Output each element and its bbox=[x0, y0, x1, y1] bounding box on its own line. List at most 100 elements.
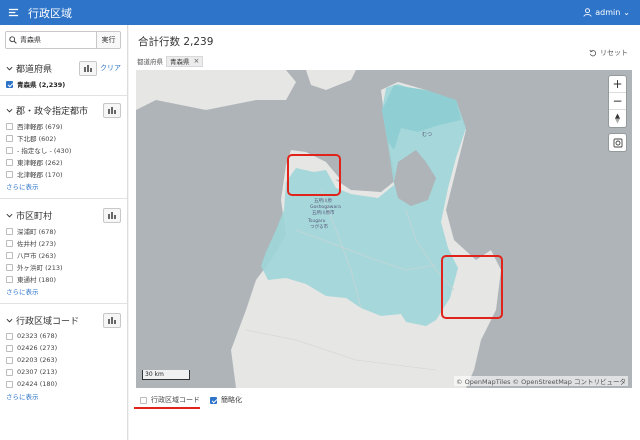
search-bar: 実行 bbox=[5, 31, 121, 49]
facet-chart-button[interactable] bbox=[103, 312, 121, 328]
map-view[interactable]: むつ 五所川原 Goshogawara 五所川原市 Tsugaru つがる市 +… bbox=[136, 70, 632, 388]
facet-title: 市区町村 bbox=[16, 211, 53, 222]
facet-option-label: 西津軽郡 (679) bbox=[17, 123, 63, 131]
facet-header[interactable]: 郡・政令指定都市 bbox=[6, 100, 121, 120]
search-run-button[interactable]: 実行 bbox=[96, 32, 120, 48]
facet-title: 行政区域コード bbox=[16, 316, 80, 327]
facet-option-label: 八戸市 (263) bbox=[17, 252, 57, 260]
checkbox[interactable] bbox=[6, 170, 13, 178]
land-hokkaido-east bbox=[306, 70, 356, 90]
facet-option[interactable]: 下北郡 (602) bbox=[6, 132, 121, 144]
facet-option-label: 外ヶ浜町 (213) bbox=[17, 264, 63, 272]
facet-option-label: 東通村 (180) bbox=[17, 276, 57, 284]
checkbox[interactable] bbox=[140, 396, 147, 404]
simplify-toggle[interactable]: 簡略化 bbox=[210, 395, 242, 405]
checkbox[interactable] bbox=[210, 396, 217, 404]
facet-option-label: 佐井村 (273) bbox=[17, 240, 57, 248]
facet-option[interactable]: - 指定なし - (430) bbox=[6, 144, 121, 156]
zoom-out-button[interactable]: − bbox=[609, 93, 626, 110]
checkbox[interactable] bbox=[6, 146, 13, 154]
bar-chart-icon bbox=[108, 107, 116, 114]
user-menu[interactable]: admin ⌄ bbox=[583, 0, 630, 25]
map-place-label: Goshogawara bbox=[310, 204, 341, 210]
checkbox[interactable] bbox=[6, 227, 13, 235]
chevron-down-icon bbox=[6, 107, 16, 114]
reset-button[interactable]: リセット bbox=[589, 48, 628, 58]
show-more-link[interactable]: さらに表示 bbox=[6, 285, 121, 297]
facet-option[interactable]: 東通村 (180) bbox=[6, 273, 121, 285]
checkbox[interactable] bbox=[6, 122, 13, 130]
show-more-link[interactable]: さらに表示 bbox=[6, 390, 121, 402]
app-title: 行政区域 bbox=[28, 6, 72, 20]
facet-option-label: 02323 (678) bbox=[17, 332, 58, 340]
facet-chart-button[interactable] bbox=[103, 102, 121, 118]
facet-option[interactable]: 02307 (213) bbox=[6, 366, 121, 378]
facet-option[interactable]: 深浦町 (678) bbox=[6, 225, 121, 237]
facet-option[interactable]: 02323 (678) bbox=[6, 330, 121, 342]
zoom-in-button[interactable]: + bbox=[609, 76, 626, 93]
checkbox[interactable] bbox=[6, 356, 13, 364]
facet-clear-link[interactable]: クリア bbox=[100, 63, 121, 73]
facet-option-label: 深浦町 (678) bbox=[17, 228, 57, 236]
checkbox[interactable] bbox=[6, 251, 13, 259]
facet-option[interactable]: 東津軽郡 (262) bbox=[6, 156, 121, 168]
app-header: 行政区域 admin ⌄ bbox=[0, 0, 640, 25]
hamburger-menu-icon[interactable] bbox=[2, 0, 24, 25]
reset-label: リセット bbox=[600, 49, 628, 57]
facet-option[interactable]: 02424 (180) bbox=[6, 378, 121, 390]
checkbox[interactable] bbox=[6, 263, 13, 271]
code-toggle[interactable]: 行政区域コード bbox=[140, 395, 200, 405]
facet-option[interactable]: 西津軽郡 (679) bbox=[6, 120, 121, 132]
facet-header[interactable]: 市区町村 bbox=[6, 205, 121, 225]
highlight-underline bbox=[134, 407, 200, 409]
facet-header[interactable]: 都道府県 クリア bbox=[6, 58, 121, 78]
user-name: admin bbox=[595, 8, 621, 17]
camera-search-icon bbox=[613, 138, 622, 147]
filter-chip-label: 都道府県 bbox=[137, 58, 163, 66]
facet-sidebar: 実行 都道府県 クリア 青森県 (2,239) 郡・政令指定都市 西津軽郡 (6… bbox=[0, 25, 128, 440]
checkbox[interactable] bbox=[6, 275, 13, 283]
checkbox[interactable] bbox=[6, 368, 13, 376]
map-attribution: © OpenMapTiles © OpenStreetMap コントリビュータ bbox=[454, 376, 628, 386]
facet-option[interactable]: 外ヶ浜町 (213) bbox=[6, 261, 121, 273]
facet-header[interactable]: 行政区域コード bbox=[6, 310, 121, 330]
checkbox[interactable] bbox=[6, 80, 13, 88]
facet-option-label: 下北郡 (602) bbox=[17, 135, 57, 143]
checkbox[interactable] bbox=[6, 344, 13, 352]
facet-option-label: 東津軽郡 (262) bbox=[17, 159, 63, 167]
facet-option-label: 02424 (180) bbox=[17, 380, 58, 388]
map-canvas[interactable]: むつ 五所川原 Goshogawara 五所川原市 Tsugaru つがる市 bbox=[136, 70, 632, 388]
search-icon bbox=[6, 32, 20, 48]
facet-option-label: 02426 (273) bbox=[17, 344, 58, 352]
user-icon bbox=[583, 8, 592, 17]
facet-option[interactable]: 佐井村 (273) bbox=[6, 237, 121, 249]
screenshot-button[interactable] bbox=[609, 134, 626, 151]
facet-option-label: - 指定なし - (430) bbox=[17, 147, 72, 155]
compass-button[interactable] bbox=[609, 110, 626, 127]
close-icon[interactable]: × bbox=[194, 57, 200, 65]
facet-chart-button[interactable] bbox=[103, 207, 121, 223]
bar-chart-icon bbox=[108, 212, 116, 219]
zoom-controls: + − bbox=[609, 76, 626, 127]
checkbox[interactable] bbox=[6, 239, 13, 247]
search-input[interactable] bbox=[20, 32, 92, 48]
total-row-count: 合計行数 2,239 bbox=[138, 36, 214, 48]
chevron-down-icon bbox=[6, 212, 16, 219]
facet-option[interactable]: 02426 (273) bbox=[6, 342, 121, 354]
bar-chart-icon bbox=[84, 65, 92, 72]
filter-chip: 青森県 × bbox=[166, 55, 204, 67]
facet-title: 郡・政令指定都市 bbox=[16, 106, 89, 117]
chevron-down-icon bbox=[6, 317, 16, 324]
facet-chart-button[interactable] bbox=[79, 60, 97, 76]
checkbox[interactable] bbox=[6, 332, 13, 340]
code-toggle-label: 行政区域コード bbox=[151, 396, 200, 404]
show-more-link[interactable]: さらに表示 bbox=[6, 180, 121, 192]
checkbox[interactable] bbox=[6, 380, 13, 388]
facet-option[interactable]: 青森県 (2,239) bbox=[6, 78, 121, 90]
checkbox[interactable] bbox=[6, 134, 13, 142]
checkbox[interactable] bbox=[6, 158, 13, 166]
facet-option[interactable]: 北津軽郡 (170) bbox=[6, 168, 121, 180]
facet-option[interactable]: 八戸市 (263) bbox=[6, 249, 121, 261]
facet-option[interactable]: 02203 (263) bbox=[6, 354, 121, 366]
simplify-toggle-label: 簡略化 bbox=[221, 396, 242, 404]
